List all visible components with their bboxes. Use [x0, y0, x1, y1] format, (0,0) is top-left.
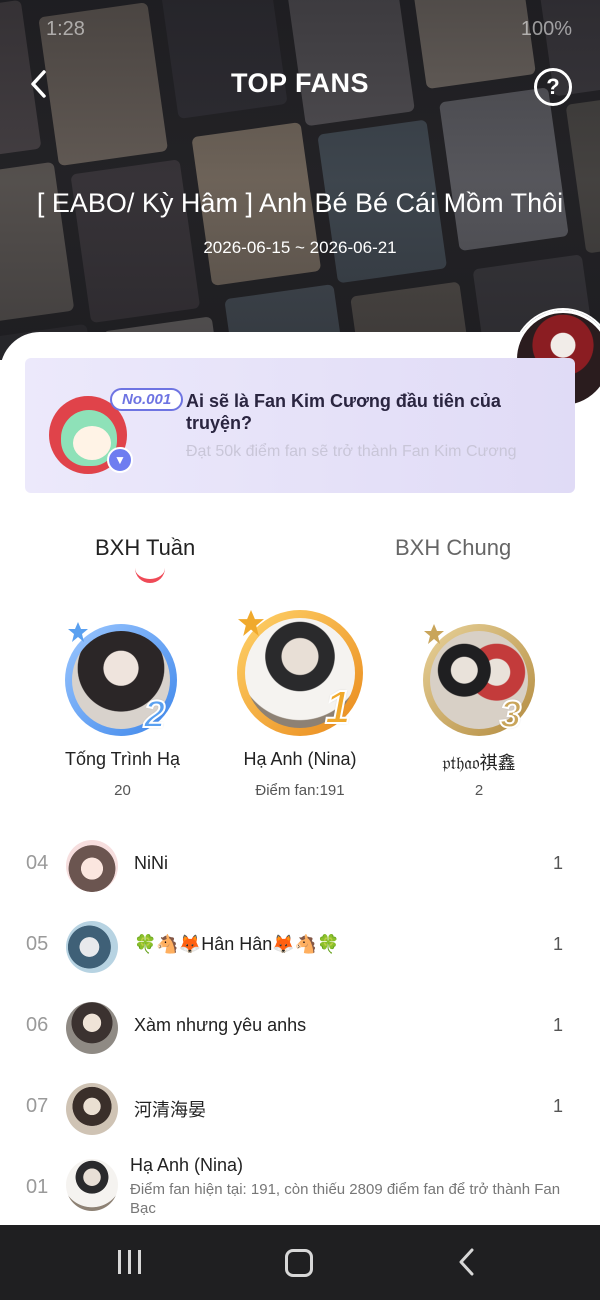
list-item[interactable]: 04 NiNi 1	[0, 831, 600, 901]
banner-subtitle: Đạt 50k điểm fan sẽ trở thành Fan Kim Cư…	[186, 443, 517, 460]
podium-score: 20	[114, 782, 131, 799]
podium-score: Điểm fan:191	[255, 782, 345, 799]
status-bar: 1:28 100%	[0, 0, 600, 60]
fan-score: 1	[553, 1096, 564, 1116]
chevron-left-icon	[459, 1248, 474, 1276]
system-nav-bar	[0, 1225, 600, 1300]
user-name: Xàm nhưng yêu anhs	[134, 1015, 307, 1035]
avatar	[66, 1159, 118, 1211]
rank-number: 05	[26, 933, 49, 955]
user-name: 河清海晏	[134, 1100, 206, 1120]
user-name: NiNi	[134, 853, 168, 873]
date-range: 2026-06-15 ~ 2026-06-21	[203, 238, 397, 257]
rank-number: 01	[26, 1176, 49, 1198]
rank-number: 04	[26, 852, 49, 874]
status-time: 1:28	[46, 18, 85, 40]
list-item[interactable]: 05 🍀🐴🦊Hân Hân🦊🐴🍀 1	[0, 912, 600, 982]
help-button[interactable]: ?	[534, 68, 572, 106]
fan-score: 1	[553, 934, 564, 954]
avatar	[66, 840, 118, 892]
my-rank-row[interactable]: 01 Hạ Anh (Nina) Điểm fan hiện tại: 191,…	[0, 1150, 600, 1225]
star-icon	[68, 622, 88, 642]
rank-number: 1	[324, 680, 352, 734]
list-item[interactable]: 07 河清海晏 1	[0, 1074, 600, 1144]
podium-name: Tống Trình Hạ	[64, 749, 181, 769]
list-item[interactable]: 06 Xàm nhưng yêu anhs 1	[0, 993, 600, 1063]
banner-title: Ai sẽ là Fan Kim Cương đầu tiên của truy…	[186, 391, 501, 433]
star-icon	[238, 610, 264, 636]
comic-title: [ EABO/ Kỳ Hâm ] Anh Bé Bé Cái Mồm Thôi	[36, 188, 564, 218]
star-icon	[424, 624, 444, 644]
system-back-button[interactable]	[457, 1247, 477, 1277]
rank-number: 2	[143, 693, 166, 737]
rank-number: 06	[26, 1014, 49, 1036]
diamond-icon: ▼	[107, 447, 133, 473]
avatar	[66, 1083, 118, 1135]
user-name: 🍀🐴🦊Hân Hân🦊🐴🍀	[134, 934, 340, 954]
rank-number: 07	[26, 1095, 49, 1117]
avatar	[66, 921, 118, 973]
podium-name: 𝔭𝔱𝔥𝔞𝔬祺鑫	[442, 753, 516, 773]
rank-badge: No.001	[110, 388, 184, 411]
podium-score: 2	[474, 782, 484, 799]
fan-score: 1	[553, 853, 564, 873]
fan-progress-text: Điểm fan hiện tại: 191, còn thiếu 2809 đ…	[130, 1181, 561, 1217]
tab-weekly[interactable]: BXH Tuần	[95, 535, 195, 561]
page-title: TOP FANS	[230, 68, 370, 98]
podium-name: Hạ Anh (Nina)	[243, 749, 357, 769]
user-name: Hạ Anh (Nina)	[130, 1155, 244, 1175]
avatar	[66, 1002, 118, 1054]
fan-score: 1	[553, 1015, 564, 1035]
rank-number: 3	[499, 693, 522, 737]
status-battery: 100%	[520, 18, 572, 40]
recent-apps-button[interactable]	[118, 1250, 144, 1274]
home-button[interactable]	[285, 1249, 313, 1277]
tab-overall[interactable]: BXH Chung	[395, 535, 511, 561]
